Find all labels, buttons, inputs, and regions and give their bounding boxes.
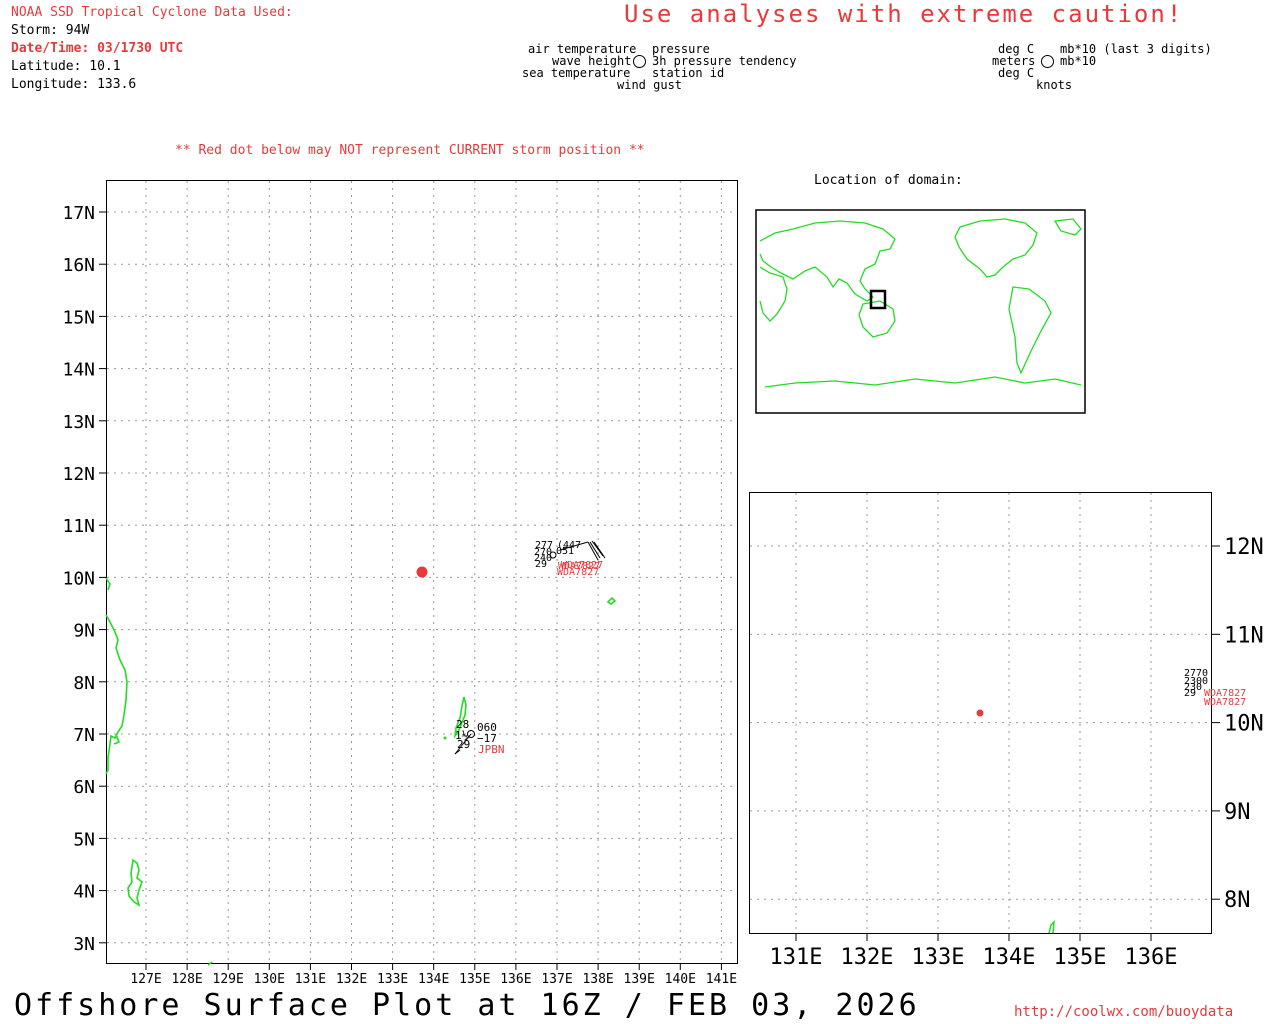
main-map: 17N 16N 15N 14N 13N 12N 11N 10N 9N 8N 7N 6N 5N 4N 3N 1…	[62, 180, 738, 987]
lon-tick-label: 139E	[624, 972, 655, 987]
world-inset-map	[755, 209, 1086, 414]
lat-tick-label: 13N	[62, 412, 95, 433]
lon-tick-label: 135E	[1054, 945, 1107, 970]
lon-tick-label: 136E	[500, 972, 531, 987]
lat-tick-label: 11N	[62, 516, 95, 537]
lat-tick-label: 15N	[62, 307, 95, 328]
jpbn-sea-temp: 29	[457, 738, 470, 751]
lat-tick-label: 8N	[1224, 888, 1251, 913]
lat-tick-label: 6N	[73, 777, 95, 798]
lat-tick-label: 7N	[73, 725, 95, 746]
station-circle-icon	[1041, 55, 1054, 68]
storm-id: Storm: 94W	[11, 23, 90, 38]
cluster-sea-temp: 29	[535, 559, 547, 570]
lat-tick-label: 17N	[62, 203, 95, 224]
coastline-palau	[1048, 920, 1055, 934]
lat-tick-label: 9N	[73, 621, 95, 642]
legend-unit-knots: knots	[1036, 78, 1073, 92]
legend-unit-deg-c-sea: deg C	[998, 66, 1035, 80]
lat-tick-label: 5N	[73, 829, 95, 850]
station-jpbn: 28 060 1½ −17 29 JPBN	[454, 718, 505, 756]
lon-tick-label: 131E	[770, 945, 823, 970]
station-cluster: 277 (447 27 0 051 240 29 WDA7827 WDA7827…	[534, 540, 606, 578]
lon-tick-label: 130E	[254, 972, 285, 987]
lon-tick-label: 127E	[130, 972, 161, 987]
lat-tick-label: 9N	[1224, 800, 1251, 825]
lon-tick-label: 141E	[706, 972, 737, 987]
legend-wind-gust: wind gust	[617, 78, 683, 92]
jpbn-station-id: JPBN	[478, 743, 505, 756]
legend-sea-temperature: sea temperature	[522, 66, 631, 80]
source-url-link[interactable]: http://coolwx.com/buoydata	[1014, 1004, 1233, 1020]
caution-banner: Use analyses with extreme caution!	[624, 0, 1184, 28]
lon-tick-label: 132E	[841, 945, 894, 970]
zoom-station-id: WDA7827	[1204, 697, 1246, 708]
lat-tick-label: 16N	[62, 255, 95, 276]
coastline-halmahera	[127, 858, 143, 907]
red-dot-warning: ** Red dot below may NOT represent CURRE…	[175, 143, 645, 158]
lon-tick-label: 133E	[912, 945, 965, 970]
plot-title: Offshore Surface Plot at 16Z / FEB 03, 2…	[14, 988, 920, 1023]
island-dot	[443, 736, 447, 740]
zoom-lat-labels: 12N 11N 10N 9N 8N	[1224, 535, 1264, 913]
zoom-map: 12N 11N 10N 9N 8N 131E 132E 133E 134E 135E 136E 2…	[749, 492, 1264, 970]
lat-tick-label: 14N	[62, 360, 95, 381]
lon-tick-label: 137E	[541, 972, 572, 987]
storm-position-dot	[416, 566, 428, 578]
zoom-lon-labels: 131E 132E 133E 134E 135E 136E	[770, 945, 1178, 970]
storm-longitude: Longitude: 133.6	[11, 77, 137, 92]
inset-title: Location of domain:	[814, 173, 963, 188]
lat-tick-label: 11N	[1224, 623, 1264, 648]
cluster-pressure: 051	[556, 546, 574, 557]
lon-tick-label: 134E	[983, 945, 1036, 970]
main-lat-labels: 17N 16N 15N 14N 13N 12N 11N 10N 9N 8N 7N 6N 5N 4N 3N	[62, 203, 95, 955]
zoom-map-grid	[750, 493, 1220, 941]
storm-position-dot	[976, 709, 984, 717]
data-source-label: NOAA SSD Tropical Cyclone Data Used:	[11, 5, 293, 20]
zoom-cluster-text: 29	[1184, 688, 1196, 699]
lat-tick-label: 8N	[73, 673, 95, 694]
lat-tick-label: 10N	[1224, 712, 1264, 737]
lon-tick-label: 138E	[582, 972, 613, 987]
legend-unit-mb: mb*10	[1060, 54, 1097, 68]
lat-tick-label: 4N	[73, 882, 95, 903]
coastline-mindanao	[105, 614, 128, 775]
lon-tick-label: 140E	[665, 972, 696, 987]
lon-tick-label: 131E	[295, 972, 326, 987]
coastlines	[105, 577, 617, 966]
lat-tick-label: 12N	[1224, 535, 1264, 560]
coastline-mindanao-islet	[113, 734, 121, 745]
storm-datetime: Date/Time: 03/1730 UTC	[11, 41, 184, 56]
coastline-yap	[606, 596, 617, 605]
lat-tick-label: 12N	[62, 464, 95, 485]
lon-tick-label: 135E	[459, 972, 490, 987]
lon-tick-label: 132E	[336, 972, 367, 987]
station-circle-icon	[633, 55, 646, 68]
storm-latitude: Latitude: 10.1	[11, 59, 121, 74]
lon-tick-label: 136E	[1125, 945, 1178, 970]
lat-tick-label: 3N	[73, 934, 95, 955]
lat-tick-label: 10N	[62, 568, 95, 589]
cluster-station-id: WDA7827	[557, 567, 599, 578]
lon-tick-label: 133E	[377, 972, 408, 987]
main-lon-labels: 127E 128E 129E 130E 131E 132E 133E 134E 135E 136E…	[130, 972, 737, 987]
lon-tick-label: 128E	[171, 972, 202, 987]
lon-tick-label: 134E	[418, 972, 449, 987]
lon-tick-label: 129E	[213, 972, 244, 987]
